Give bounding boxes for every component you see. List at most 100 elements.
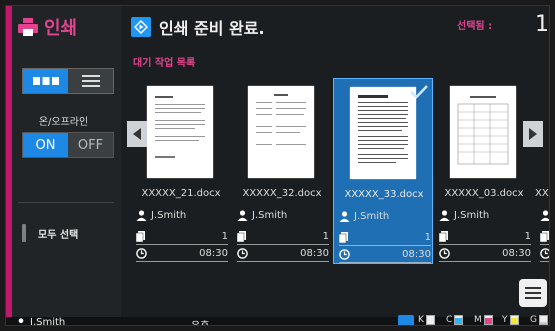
job-time-row: 08:30 bbox=[339, 247, 431, 263]
app-title-text: 인쇄 bbox=[44, 18, 78, 39]
job-file-name: XXXXX_03.docx bbox=[444, 188, 524, 199]
selected-check-icon bbox=[410, 85, 428, 99]
ink-meter-fill bbox=[484, 318, 492, 324]
online-on-button[interactable]: ON bbox=[23, 133, 68, 157]
sidebar-divider bbox=[18, 202, 114, 203]
ink-label: C bbox=[446, 315, 453, 325]
job-card[interactable]: XX J. bbox=[535, 78, 549, 264]
main-panel: 인쇄 준비 완료. 선택됨 : 1 대기 작업 목록 XXXXX_21.docx… bbox=[121, 6, 549, 317]
user-icon bbox=[237, 210, 248, 221]
copies-icon bbox=[439, 230, 448, 242]
printer-state: 유휴 bbox=[191, 317, 209, 325]
printer-panel: 인쇄 온/오프라인 ON OFF 모두 선택 인쇄 준비 완료. 선택됨: 1… bbox=[5, 5, 550, 326]
scroll-right-button[interactable] bbox=[523, 121, 543, 147]
copies-icon bbox=[339, 231, 348, 243]
sidebar: 인쇄 온/오프라인 ON OFF 모두 선택 bbox=[6, 6, 121, 317]
logged-in-user[interactable]: J.Smith bbox=[16, 317, 66, 326]
job-owner: J.Smith bbox=[339, 211, 431, 222]
ink-meter bbox=[509, 315, 519, 325]
job-time-row: 08:30 bbox=[136, 246, 228, 262]
online-toggle: ON OFF bbox=[22, 132, 114, 158]
job-card[interactable]: XXXXX_21.docx J.Smith 1 08:30 bbox=[131, 78, 231, 264]
user-icon bbox=[136, 210, 147, 221]
ink-meter bbox=[483, 315, 493, 325]
job-copies-row: 1 bbox=[237, 229, 329, 245]
ink-level-g: G bbox=[530, 315, 548, 325]
ink-meter-fill bbox=[510, 318, 518, 324]
scroll-left-button[interactable] bbox=[127, 121, 147, 147]
ink-level-m: M bbox=[474, 315, 493, 325]
menu-button[interactable] bbox=[519, 279, 547, 307]
page-title: 인쇄 준비 완료. bbox=[159, 19, 265, 38]
job-owner-name: J.Smith bbox=[252, 210, 288, 221]
job-copies: 1 bbox=[424, 231, 431, 243]
job-copies: 1 bbox=[221, 230, 228, 242]
ready-status-icon bbox=[131, 17, 151, 37]
document-thumbnail bbox=[350, 87, 416, 179]
job-owner: J.Smith bbox=[237, 210, 329, 221]
job-time: 08:30 bbox=[402, 248, 431, 260]
job-copies-row: 1 bbox=[136, 229, 228, 245]
sidebar-accent-edge bbox=[6, 6, 12, 317]
job-time: 08:30 bbox=[199, 247, 228, 259]
clock-icon bbox=[439, 247, 450, 259]
chevron-right-icon bbox=[529, 128, 537, 140]
job-owner: J. bbox=[540, 210, 549, 221]
status-bar: J.Smith 유휴 K C M Y G bbox=[6, 315, 549, 326]
user-icon bbox=[18, 317, 24, 325]
ink-label: Y bbox=[502, 315, 508, 325]
online-off-button[interactable]: OFF bbox=[68, 133, 113, 157]
ink-label: G bbox=[530, 315, 537, 325]
clock-icon bbox=[136, 247, 147, 259]
ink-status-icon bbox=[398, 315, 414, 325]
select-all-button[interactable]: 모두 선택 bbox=[22, 220, 114, 246]
job-owner-name: J.Smith bbox=[454, 210, 490, 221]
ink-label: M bbox=[474, 315, 482, 325]
clock-icon bbox=[237, 247, 248, 259]
document-thumbnail bbox=[450, 86, 516, 178]
thumbnail-grid-icon bbox=[32, 77, 59, 85]
job-time-row bbox=[540, 246, 549, 262]
ink-meter-fill bbox=[539, 322, 547, 324]
clock-icon bbox=[540, 247, 549, 259]
queue-label: 대기 작업 목록 bbox=[133, 58, 196, 69]
job-card[interactable]: XXXXX_03.docx J.Smith 1 08:30 bbox=[434, 78, 534, 264]
app-title: 인쇄 bbox=[18, 14, 77, 40]
job-card[interactable]: XXXXX_32.docx J.Smith 1 08:30 bbox=[232, 78, 332, 264]
job-file-name: XXXXX_21.docx bbox=[141, 188, 221, 199]
ink-level-k: K bbox=[418, 315, 435, 325]
printer-icon bbox=[18, 18, 38, 36]
copies-icon bbox=[237, 230, 246, 242]
thumbnail-view-button[interactable] bbox=[23, 69, 68, 93]
job-card-selected[interactable]: XXXXX_33.docx J.Smith 1 08:30 bbox=[333, 78, 433, 264]
copies-icon bbox=[136, 230, 145, 242]
document-thumbnail bbox=[147, 86, 213, 178]
job-owner-name: J.Smith bbox=[151, 210, 187, 221]
chevron-left-icon bbox=[133, 128, 141, 140]
job-file-name: XXXXX_33.docx bbox=[344, 189, 424, 200]
ink-label: K bbox=[418, 315, 424, 325]
clock-icon bbox=[339, 248, 350, 260]
ink-meter bbox=[538, 315, 548, 325]
job-time: 08:30 bbox=[300, 247, 329, 259]
user-icon bbox=[540, 210, 549, 221]
job-copies-row: 1 bbox=[439, 229, 531, 245]
selected-count: 1 bbox=[535, 12, 549, 37]
ink-level-c: C bbox=[446, 315, 464, 325]
select-all-label: 모두 선택 bbox=[38, 229, 79, 241]
job-owner: J.Smith bbox=[439, 210, 531, 221]
ink-meter bbox=[454, 315, 464, 325]
job-file-name: XX bbox=[535, 188, 549, 199]
ink-meter-fill bbox=[455, 318, 463, 324]
ink-level-y: Y bbox=[502, 315, 519, 325]
job-copies: 1 bbox=[524, 230, 531, 242]
job-copies-row bbox=[540, 229, 549, 245]
list-view-button[interactable] bbox=[68, 69, 113, 93]
select-all-indicator bbox=[22, 224, 26, 242]
list-icon bbox=[81, 75, 100, 87]
job-owner-name: J.Smith bbox=[354, 211, 390, 222]
copies-icon bbox=[540, 230, 549, 242]
status-user-name: J.Smith bbox=[30, 317, 66, 326]
hamburger-icon bbox=[525, 287, 541, 299]
selected-label: 선택됨 : bbox=[457, 21, 493, 32]
